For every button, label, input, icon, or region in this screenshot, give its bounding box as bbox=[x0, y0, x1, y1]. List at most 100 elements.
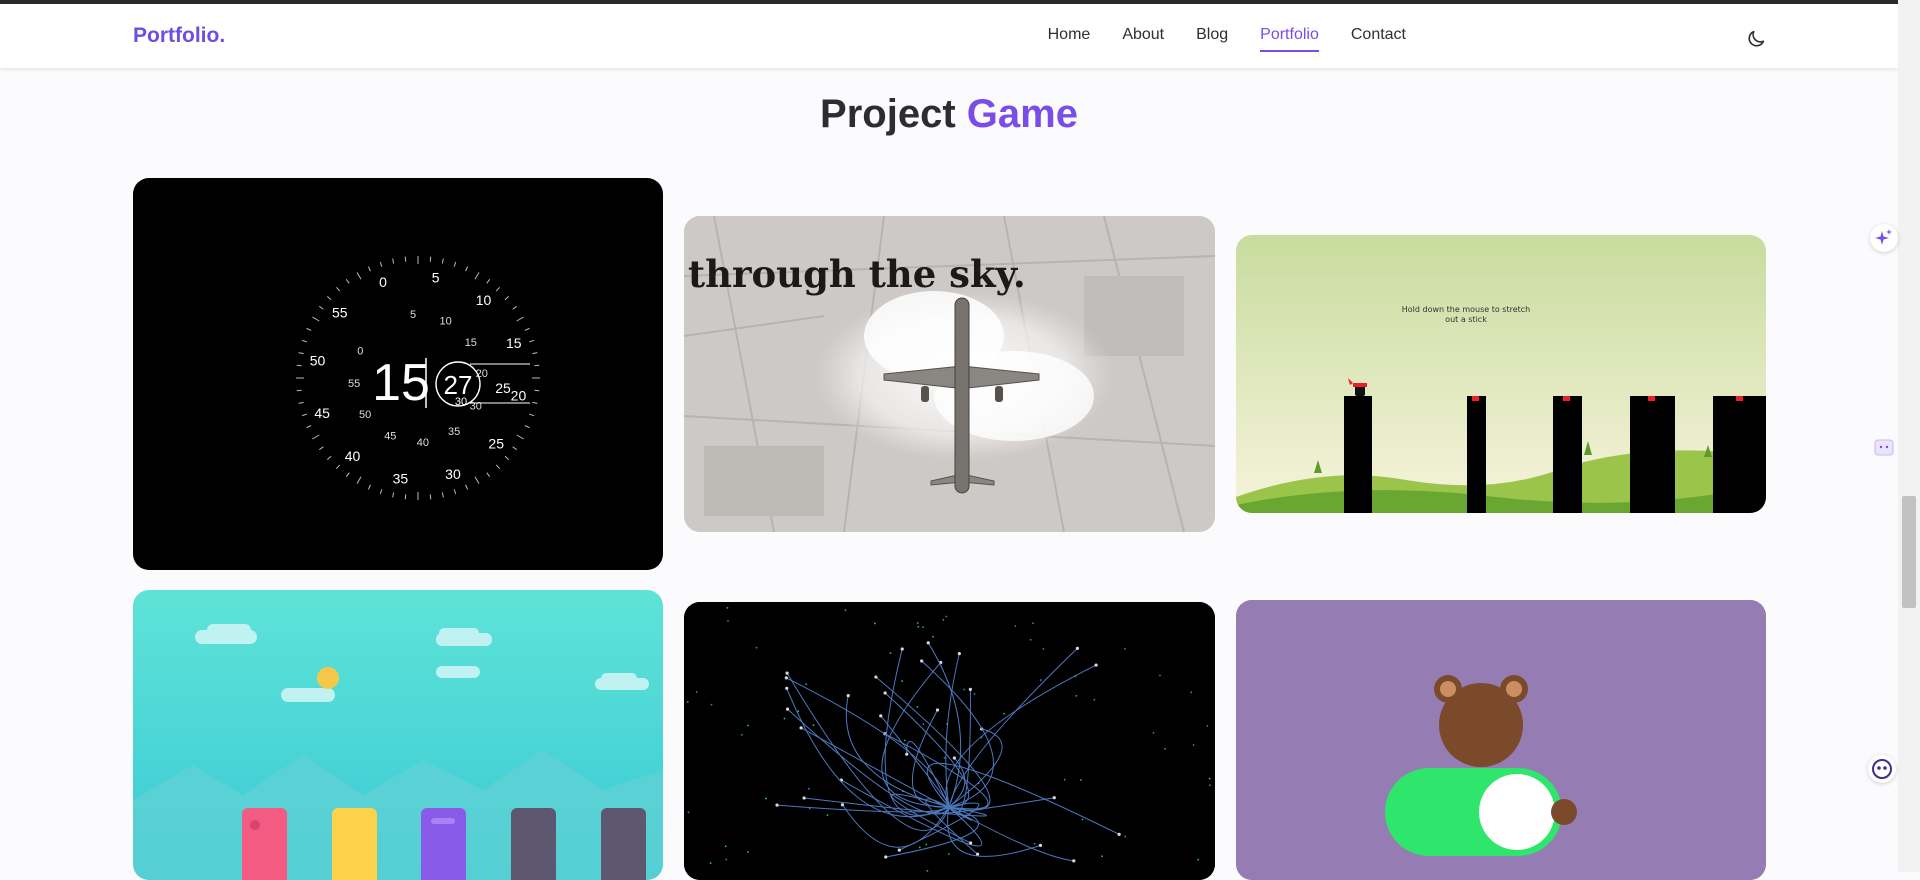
clock-tick bbox=[474, 476, 480, 484]
star-dot bbox=[916, 705, 919, 708]
star-dot bbox=[726, 606, 729, 609]
clock-tick bbox=[392, 492, 395, 498]
clock-tick bbox=[453, 261, 457, 267]
star-dot bbox=[873, 622, 876, 625]
section-title-accent: Game bbox=[966, 92, 1078, 136]
field-patch bbox=[704, 446, 824, 516]
star-dot bbox=[943, 756, 946, 759]
star-dot bbox=[916, 622, 919, 624]
clock-tick bbox=[356, 272, 362, 280]
moon-icon[interactable] bbox=[1745, 28, 1767, 50]
project-card-clock[interactable]: 5 10 15 20 25 30 35 40 45 50 55 0 5 10 15 20 30 35 40 45 50… bbox=[133, 178, 663, 570]
clock-tick bbox=[465, 484, 469, 490]
nav-home[interactable]: Home bbox=[1048, 26, 1091, 52]
project-card-stick-hero[interactable]: Hold down the mouse to stretch out a sti… bbox=[1236, 235, 1766, 513]
scrollbar-track[interactable] bbox=[1898, 0, 1920, 872]
project-card-platform-jump[interactable] bbox=[133, 590, 663, 880]
nav-about[interactable]: About bbox=[1122, 26, 1164, 52]
star-dot bbox=[945, 615, 948, 618]
particle-dot bbox=[785, 686, 789, 690]
star-dot bbox=[922, 626, 925, 628]
clock-tick bbox=[495, 464, 501, 469]
sun-icon bbox=[317, 667, 339, 689]
project-card-bear-toggle[interactable] bbox=[1236, 600, 1766, 880]
clock-inner-label: 30 bbox=[470, 401, 482, 413]
clock-tick bbox=[516, 434, 524, 440]
clock-outer-label: 15 bbox=[506, 335, 522, 351]
nav-contact[interactable]: Contact bbox=[1351, 26, 1406, 52]
particle-dot bbox=[846, 694, 850, 698]
clock-outer-label: 25 bbox=[488, 435, 504, 451]
stick-hero-hint-line1: Hold down the mouse to stretch bbox=[1401, 305, 1531, 314]
clock-tick bbox=[335, 464, 341, 469]
nav-portfolio[interactable]: Portfolio bbox=[1260, 26, 1319, 52]
project-card-plane[interactable]: through the sky. bbox=[684, 216, 1215, 532]
star-dot bbox=[1197, 858, 1200, 861]
star-dot bbox=[947, 853, 950, 855]
star-dot bbox=[1164, 747, 1167, 750]
star-dot bbox=[1063, 778, 1066, 781]
star-dot bbox=[844, 609, 847, 612]
clock-outer-label: 5 bbox=[432, 270, 440, 286]
star-dot bbox=[942, 618, 945, 621]
star-dot bbox=[1192, 744, 1195, 746]
star-dot bbox=[1081, 818, 1084, 821]
particle-dot bbox=[802, 796, 806, 800]
clock-tick bbox=[345, 472, 350, 477]
clock-outer-label: 20 bbox=[511, 388, 527, 404]
nav-blog[interactable]: Blog bbox=[1196, 26, 1228, 52]
star-dot bbox=[1032, 622, 1035, 625]
star-dot bbox=[709, 862, 712, 864]
star-dot bbox=[901, 680, 904, 682]
clock-tick bbox=[392, 258, 395, 264]
clock-tick bbox=[296, 389, 302, 392]
clock-tick bbox=[296, 364, 302, 367]
star-dot bbox=[710, 703, 713, 706]
clock-minute-label: 25 bbox=[495, 380, 511, 396]
assistant-icon[interactable] bbox=[1868, 755, 1896, 783]
star-dot bbox=[1029, 638, 1032, 641]
particle-dot bbox=[969, 841, 973, 845]
particle-dot bbox=[1117, 832, 1121, 836]
particle-dot bbox=[935, 708, 940, 712]
clock-tick bbox=[524, 327, 530, 331]
clock-hour: 15 bbox=[372, 354, 430, 412]
star-dot bbox=[805, 683, 808, 686]
clock-tick bbox=[335, 287, 341, 292]
clock-tick bbox=[298, 352, 304, 355]
clock-tick bbox=[301, 339, 307, 343]
clock-outer-label: 45 bbox=[314, 405, 330, 421]
star-dot bbox=[889, 652, 892, 655]
clock-tick bbox=[356, 476, 362, 484]
clock-inner-label: 0 bbox=[357, 345, 363, 357]
particle-dot bbox=[1038, 843, 1043, 848]
sparkle-icon[interactable] bbox=[1870, 224, 1898, 252]
star-dot bbox=[917, 625, 920, 628]
clock-inner-label: 10 bbox=[440, 315, 452, 327]
clock-inner-label: 15 bbox=[465, 337, 477, 349]
star-dot bbox=[1124, 835, 1127, 838]
clock-tick bbox=[404, 494, 407, 500]
particle-dot bbox=[1094, 663, 1098, 667]
star-dot bbox=[1039, 679, 1042, 681]
nav-menu: Home About Blog Portfolio Contact bbox=[1048, 26, 1406, 52]
bear-toggle-scene bbox=[1236, 600, 1766, 880]
particle-dot bbox=[957, 651, 961, 656]
star-dot bbox=[741, 733, 743, 736]
clock-outer-label: 30 bbox=[445, 466, 461, 482]
toggle-knob bbox=[1479, 774, 1555, 850]
clock-tick bbox=[367, 484, 371, 490]
clock-tick bbox=[474, 272, 480, 280]
clock-inner-label: 5 bbox=[410, 309, 416, 321]
chat-bubble-icon[interactable] bbox=[1870, 434, 1898, 462]
clock-tick bbox=[516, 316, 524, 322]
star-dot bbox=[807, 787, 810, 790]
project-card-particles[interactable] bbox=[684, 602, 1215, 880]
star-dot bbox=[1093, 698, 1096, 701]
clock-tick bbox=[367, 266, 371, 272]
star-dot bbox=[918, 846, 921, 849]
section-title-main: Project bbox=[820, 92, 956, 136]
brand-logo[interactable]: Portfolio. bbox=[133, 24, 225, 48]
star-dot bbox=[932, 635, 934, 638]
scrollbar-thumb[interactable] bbox=[1902, 496, 1916, 608]
